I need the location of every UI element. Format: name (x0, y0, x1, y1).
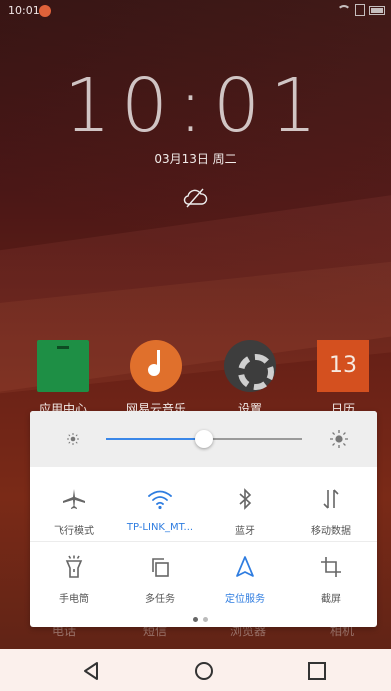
settings-gear-icon (224, 340, 276, 392)
home-icon[interactable] (193, 660, 215, 682)
wifi-icon (148, 490, 172, 510)
tile-screenshot[interactable]: 截屏 (291, 555, 371, 605)
tile-airplane-mode[interactable]: 飞行模式 (34, 487, 114, 537)
brightness-slider-fill (106, 438, 204, 440)
mobile-data-icon (323, 489, 339, 509)
brightness-low-icon (67, 433, 79, 445)
status-time: 10:01 (8, 4, 40, 17)
calendar-icon: 13 (317, 340, 369, 392)
tile-label: TP-LINK_MT... (126, 522, 194, 533)
netease-music-icon (130, 340, 182, 392)
navigation-bar (0, 649, 391, 691)
weather-cloud-icon (183, 188, 208, 208)
tile-label: 飞行模式 (54, 526, 94, 537)
page-dot (203, 617, 208, 622)
tile-mobile-data[interactable]: 移动数据 (291, 487, 371, 537)
tile-label: 移动数据 (311, 526, 351, 537)
multitask-icon (152, 558, 169, 577)
wifi-status-icon (337, 5, 351, 15)
brightness-row (30, 411, 377, 467)
lockscreen-date: 03月13日 周二 (154, 152, 237, 166)
screenshot-crop-icon (321, 557, 341, 577)
status-bar: 10:01 (0, 0, 391, 22)
lockscreen-clock: 10:01 (63, 63, 328, 149)
airplane-icon (63, 489, 85, 509)
page-dot-active (193, 617, 198, 622)
tile-flashlight[interactable]: 手电筒 (34, 555, 114, 605)
tile-wifi[interactable]: TP-LINK_MT... (120, 487, 200, 533)
tile-label: 截屏 (321, 594, 341, 605)
status-icons (337, 4, 385, 16)
back-icon[interactable] (80, 660, 102, 682)
page-indicator (193, 617, 208, 622)
tile-label: 定位服务 (225, 594, 265, 605)
app-settings[interactable]: 设置 (205, 340, 295, 417)
flashlight-icon (65, 555, 83, 578)
brightness-high-icon (330, 430, 348, 448)
bluetooth-icon (239, 488, 252, 510)
recents-icon[interactable] (306, 660, 328, 682)
quick-settings-panel: 飞行模式 TP-LINK_MT... 蓝牙 移动数据 手电筒 多任务 定位服务 … (30, 411, 377, 627)
location-icon (236, 556, 254, 577)
app-calendar[interactable]: 13 日历 (298, 340, 388, 417)
tiles-divider (30, 541, 377, 542)
tile-bluetooth[interactable]: 蓝牙 (205, 487, 285, 537)
brightness-slider[interactable] (106, 430, 302, 448)
app-app-center[interactable]: 应用中心 (18, 340, 108, 417)
tile-label: 蓝牙 (235, 526, 255, 537)
brightness-slider-knob[interactable] (195, 430, 213, 448)
app-netease-music[interactable]: 网易云音乐 (111, 340, 201, 417)
app-center-icon (37, 340, 89, 392)
tile-label: 手电筒 (59, 594, 89, 605)
notification-dot-icon (39, 5, 51, 17)
tile-location[interactable]: 定位服务 (205, 555, 285, 605)
sim-icon (355, 4, 365, 16)
tile-multitask[interactable]: 多任务 (120, 555, 200, 605)
battery-icon (369, 5, 385, 15)
tile-label: 多任务 (145, 594, 175, 605)
